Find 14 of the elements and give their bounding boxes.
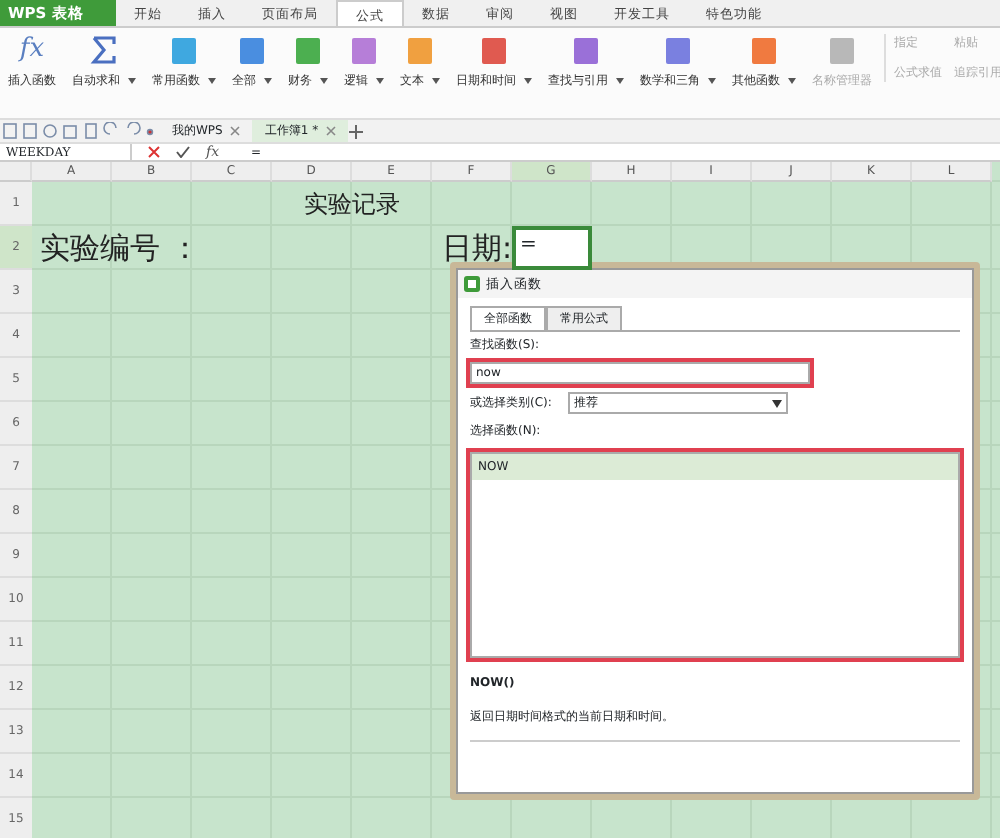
dropdown-arrow-icon <box>771 400 782 408</box>
close-icon <box>230 126 241 136</box>
cell-text: 实验记录 <box>304 188 400 222</box>
cell-text: 日期: <box>441 228 512 270</box>
app-icon <box>464 276 480 292</box>
cell-text: 实验编号 ： <box>38 228 202 270</box>
select-all-corner[interactable] <box>0 162 32 182</box>
close-icon <box>326 126 337 136</box>
add-icon <box>348 123 365 139</box>
cancel-icon <box>148 146 160 158</box>
sum-icon <box>90 34 118 66</box>
function-icon: fx <box>19 34 45 66</box>
active-cell[interactable]: = <box>512 226 592 270</box>
confirm-icon <box>176 146 190 158</box>
